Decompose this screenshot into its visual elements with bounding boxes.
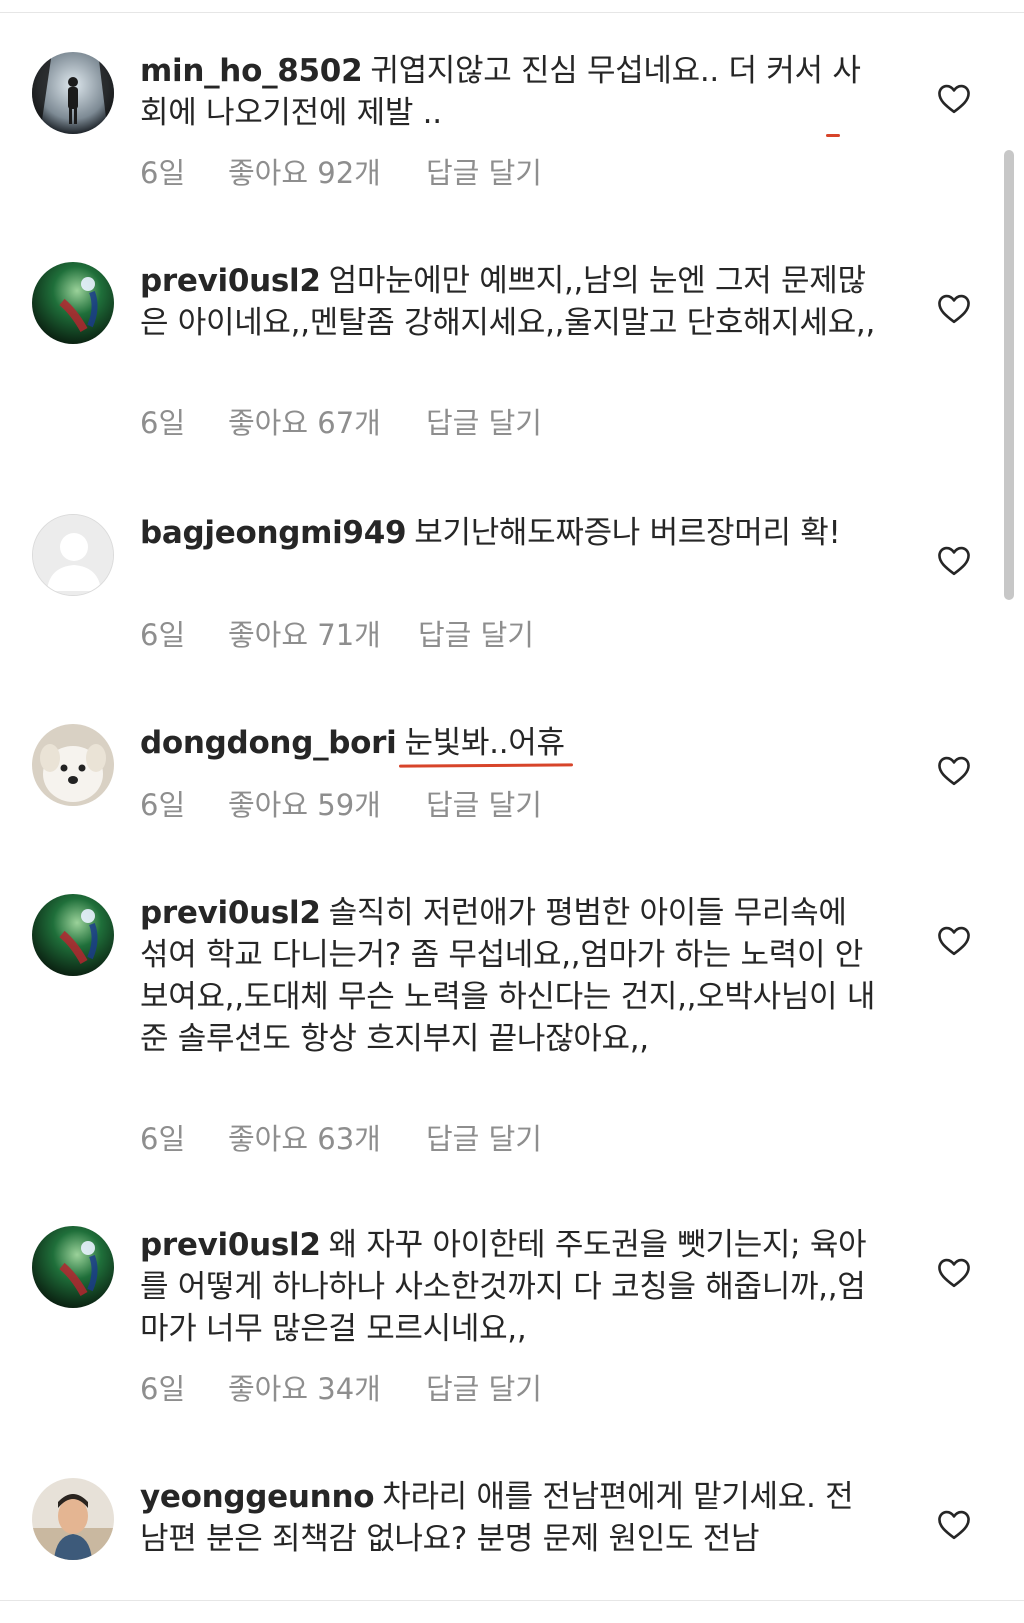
heart-outline-icon[interactable] (936, 1508, 972, 1540)
person-photo-avatar[interactable] (32, 1478, 114, 1560)
comment-body: yeonggeunno 차라리 애를 전남편에게 맡기세요. 전남편 분은 죄책감… (140, 1476, 880, 1560)
scrollbar-thumb[interactable] (1004, 150, 1014, 600)
bottom-divider (0, 1600, 1024, 1601)
scrollbar[interactable] (1004, 150, 1014, 600)
comment-item: yeonggeunno 차라리 애를 전남편에게 맡기세요. 전남편 분은 죄책감… (0, 0, 1000, 1600)
comment-username[interactable]: yeonggeunno (140, 1479, 375, 1515)
